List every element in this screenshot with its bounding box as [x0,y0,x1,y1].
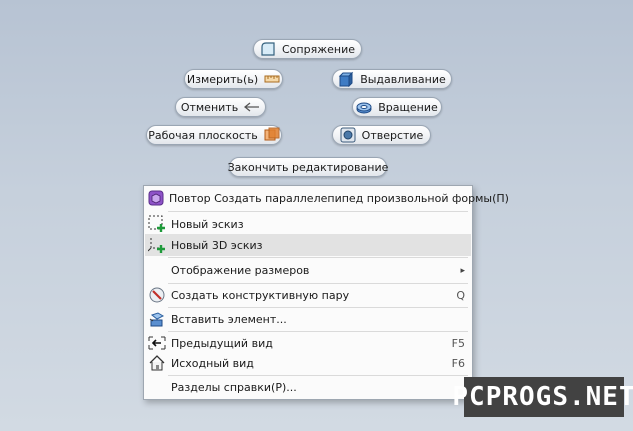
submenu-arrow-icon: ▸ [460,265,465,276]
menu-separator [168,211,468,212]
constraint-pair-icon [148,286,166,304]
menu-item-insert-element[interactable]: Вставить элемент... [145,308,471,331]
work-plane-label: Рабочая плоскость [148,128,258,142]
menu-item-label: Исходный вид [171,356,254,370]
menu-item-label: Повтор Создать параллелепипед произвольн… [169,191,509,205]
work-plane-button[interactable]: Рабочая плоскость [146,125,282,145]
revolve-button[interactable]: Вращение [352,97,442,117]
menu-item-home-view[interactable]: Исходный вид F6 [145,352,471,374]
previous-view-icon [148,334,166,352]
context-menu: Повтор Создать параллелепипед произвольн… [143,185,509,400]
extrude-icon [338,71,354,87]
menu-item-label: Новый эскиз [171,217,244,231]
menu-item-label: Новый 3D эскиз [171,238,263,252]
menu-item-label: Разделы справки(Р)... [171,380,297,394]
revolve-icon [356,99,372,115]
finish-edit-label: Закончить редактирование [227,160,389,174]
ruler-icon [264,71,280,87]
hole-button[interactable]: Отверстие [332,125,431,145]
measure-button[interactable]: Измерить(ь) [184,69,283,89]
menu-item-shortcut: Q [456,288,465,302]
menu-item-label: Отображение размеров [171,264,310,277]
menu-item-repeat-freeform-box[interactable]: Повтор Создать параллелепипед произвольн… [145,187,509,209]
work-plane-icon [264,127,280,143]
menu-item-new-sketch[interactable]: Новый эскиз [145,213,471,235]
hole-icon [340,127,356,143]
menu-item-constraint-pair[interactable]: Создать конструктивную пару Q [145,283,471,307]
extrude-label: Выдавливание [360,72,446,86]
watermark: PCPROGS.NET [452,377,633,417]
finish-edit-button[interactable]: Закончить редактирование [227,157,389,177]
menu-item-label: Вставить элемент... [171,313,287,326]
undo-arrow-icon [244,99,260,115]
freeform-box-icon [148,189,164,207]
extrude-button[interactable]: Выдавливание [332,69,452,89]
fillet-button[interactable]: Сопряжение [253,39,362,59]
menu-item-dimension-display[interactable]: Отображение размеров ▸ [145,258,471,283]
undo-label: Отменить [180,100,239,114]
new-sketch-icon [148,215,166,233]
menu-item-help-topics[interactable]: Разделы справки(Р)... [145,376,471,398]
menu-item-shortcut: F5 [451,336,465,350]
menu-item-shortcut: F6 [451,356,465,370]
menu-item-new-3d-sketch[interactable]: Новый 3D эскиз [145,234,471,256]
fillet-label: Сопряжение [282,42,355,56]
menu-item-previous-view[interactable]: Предыдущий вид F5 [145,332,471,354]
menu-item-label: Создать конструктивную пару [171,288,350,302]
undo-button[interactable]: Отменить [175,97,266,117]
fillet-icon [260,41,276,57]
revolve-label: Вращение [378,100,438,114]
measure-label: Измерить(ь) [186,72,259,86]
home-view-icon [148,354,166,372]
insert-element-icon [148,311,166,329]
new-3d-sketch-icon [148,236,166,254]
menu-item-label: Предыдущий вид [171,336,273,350]
hole-label: Отверстие [361,128,424,142]
